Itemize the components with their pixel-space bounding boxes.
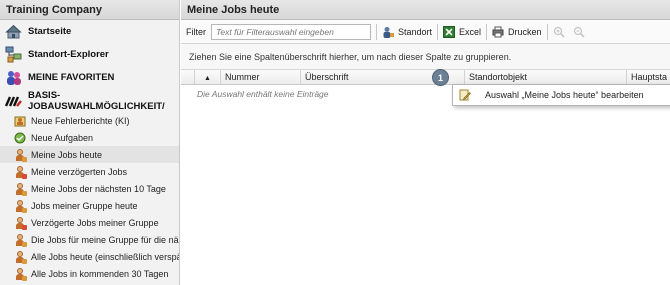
grid-column-header: ▲ Nummer Überschrift Standortobjekt Haup… xyxy=(181,70,670,85)
person-icon xyxy=(14,267,27,281)
sidebar-item-neue-fehlerberichte[interactable]: Neue Fehlerberichte (KI) xyxy=(0,112,179,129)
toolbar: Filter Standort Excel Drucken xyxy=(181,20,670,44)
person-icon xyxy=(14,182,27,196)
column-hauptstatus[interactable]: Hauptsta xyxy=(627,70,670,85)
excel-label: Excel xyxy=(459,26,482,37)
context-menu-item-edit-selection[interactable]: Auswahl „Meine Jobs heute“ bearbeiten xyxy=(485,90,644,100)
column-nummer[interactable]: Nummer xyxy=(221,70,301,85)
sidebar-item-verzoegerte-jobs-gruppe[interactable]: Verzögerte Jobs meiner Gruppe xyxy=(0,214,179,231)
sidebar-section-label: BASIS-JOBAUSWAHLMÖGLICHKEIT/ xyxy=(28,89,165,112)
sidebar-section-favoriten[interactable]: MEINE FAVORITEN xyxy=(0,66,179,89)
context-menu: Auswahl „Meine Jobs heute“ bearbeiten xyxy=(452,84,670,106)
sidebar-item-label: Meine Jobs heute xyxy=(31,149,103,160)
sidebar-item-meine-jobs-heute[interactable]: Meine Jobs heute xyxy=(0,146,179,163)
sidebar-item-label: Alle Jobs in kommenden 30 Tagen xyxy=(31,268,169,279)
column-standortobjekt[interactable]: Standortobjekt xyxy=(465,70,627,85)
report-icon xyxy=(14,115,26,127)
sidebar-item-label: Meine verzögerten Jobs xyxy=(31,166,128,177)
toolbar-divider xyxy=(437,23,439,40)
sidebar-section-standort-explorer[interactable]: Standort-Explorer xyxy=(0,43,179,66)
favorites-icon xyxy=(5,69,22,86)
group-icon xyxy=(14,216,27,230)
sidebar-item-label: Die Jobs für meine Gruppe für die nä xyxy=(31,234,179,245)
column-row-indicator xyxy=(181,70,195,85)
sidebar-item-jobs-naechste-10-tage[interactable]: Meine Jobs der nächsten 10 Tage xyxy=(0,180,179,197)
print-button[interactable]: Drucken xyxy=(492,26,542,38)
sidebar-item-neue-aufgaben[interactable]: Neue Aufgaben xyxy=(0,129,179,146)
zoom-in-button[interactable] xyxy=(553,26,569,38)
sidebar-section-basis-jobauswahl[interactable]: BASIS-JOBAUSWAHLMÖGLICHKEIT/ xyxy=(0,89,179,112)
sidebar-section-startseite[interactable]: Startseite xyxy=(0,20,179,43)
sidebar-section-label: Standort-Explorer xyxy=(28,49,109,60)
sidebar-section-label: Startseite xyxy=(28,26,72,37)
standort-button[interactable]: Standort xyxy=(382,26,432,38)
filter-input[interactable] xyxy=(211,23,371,40)
sidebar-section-label: MEINE FAVORITEN xyxy=(28,72,115,83)
sidebar-item-label: Meine Jobs der nächsten 10 Tage xyxy=(31,183,166,194)
sidebar-item-meine-verzoegerten-jobs[interactable]: Meine verzögerten Jobs xyxy=(0,163,179,180)
group-icon xyxy=(14,233,27,247)
toolbar-divider xyxy=(486,23,488,40)
callout-number-badge: 1 xyxy=(432,69,449,86)
sitemap-icon xyxy=(5,46,22,63)
person-icon xyxy=(14,165,27,179)
person-icon xyxy=(14,148,27,162)
excel-icon xyxy=(443,25,456,38)
group-icon xyxy=(14,199,27,213)
home-icon xyxy=(5,23,22,40)
page-title: Meine Jobs heute xyxy=(181,0,670,20)
sidebar: Training Company Startseite Standort-Exp… xyxy=(0,0,180,285)
column-sort-toggle[interactable]: ▲ xyxy=(195,70,221,85)
sidebar-title: Training Company xyxy=(0,0,179,20)
sidebar-item-label: Neue Aufgaben xyxy=(31,132,94,143)
sidebar-item-label: Jobs meiner Gruppe heute xyxy=(31,200,138,211)
sidebar-item-label: Verzögerte Jobs meiner Gruppe xyxy=(31,217,159,228)
print-label: Drucken xyxy=(508,26,542,37)
sidebar-item-alle-jobs-heute[interactable]: Alle Jobs heute (einschließlich verspä xyxy=(0,248,179,265)
zoom-in-icon xyxy=(553,26,565,38)
sidebar-item-label: Alle Jobs heute (einschließlich verspä xyxy=(31,251,179,262)
sidebar-item-jobs-gruppe-naechste[interactable]: Die Jobs für meine Gruppe für die nä xyxy=(0,231,179,248)
main-panel: Meine Jobs heute Filter Standort Excel D… xyxy=(181,0,670,285)
zoom-out-icon xyxy=(573,26,585,38)
printer-icon xyxy=(492,26,504,38)
toolbar-divider xyxy=(376,23,377,40)
sidebar-item-alle-jobs-30-tage[interactable]: Alle Jobs in kommenden 30 Tagen xyxy=(0,265,179,282)
group-by-panel[interactable]: Ziehen Sie eine Spaltenüberschrift hierh… xyxy=(181,44,670,70)
edit-selection-icon xyxy=(459,89,471,101)
standort-label: Standort xyxy=(398,26,433,37)
sort-ascending-icon: ▲ xyxy=(204,75,211,82)
selection-icon xyxy=(4,92,22,109)
sidebar-job-list: Neue Fehlerberichte (KI) Neue Aufgaben M… xyxy=(0,112,179,282)
zoom-out-button[interactable] xyxy=(573,26,589,38)
sidebar-item-jobs-gruppe-heute[interactable]: Jobs meiner Gruppe heute xyxy=(0,197,179,214)
toolbar-divider xyxy=(546,23,548,40)
sidebar-item-label: Neue Fehlerberichte (KI) xyxy=(31,115,130,126)
person-icon xyxy=(14,250,27,264)
task-icon xyxy=(14,132,26,144)
filter-label: Filter xyxy=(186,26,206,37)
excel-button[interactable]: Excel xyxy=(443,25,482,38)
location-person-icon xyxy=(382,26,394,38)
